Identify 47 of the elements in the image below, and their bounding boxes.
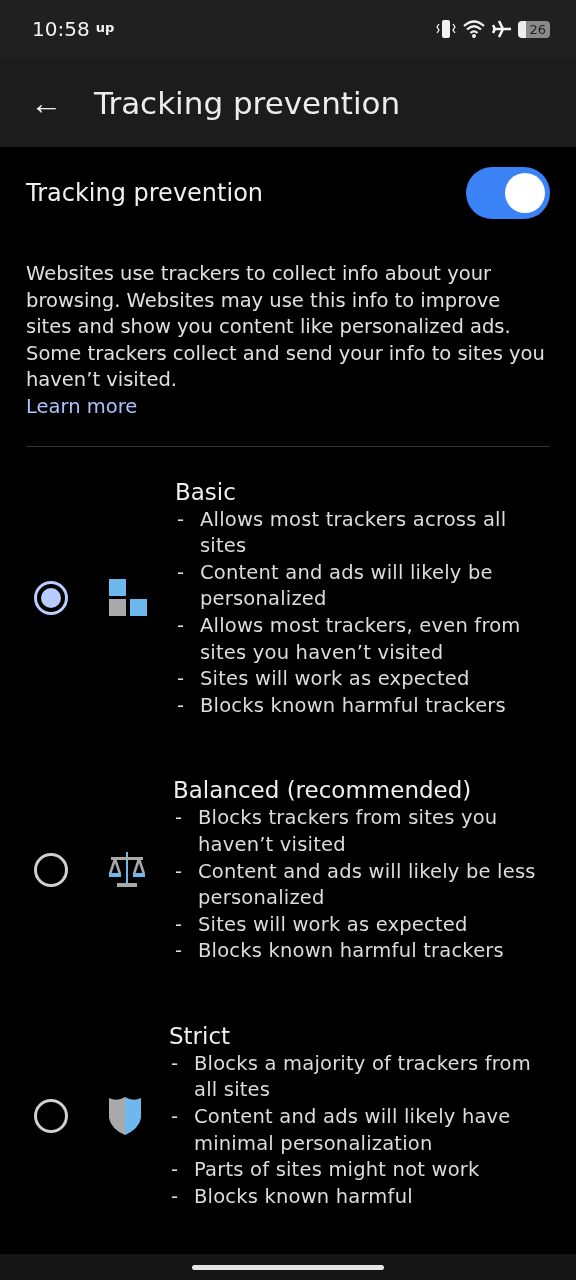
option-point: Blocks known harmful <box>194 1183 413 1210</box>
wifi-icon <box>462 19 486 39</box>
dash-mark: - <box>174 911 184 938</box>
toggle-switch[interactable] <box>466 167 550 219</box>
home-handle[interactable] <box>192 1264 384 1270</box>
dash-mark: - <box>176 666 186 693</box>
battery-indicator: 26 <box>518 20 550 38</box>
option-point: Parts of sites might not work <box>194 1157 480 1184</box>
vibrate-icon <box>436 19 456 39</box>
shield-icon <box>108 1095 142 1136</box>
dash-mark: - <box>170 1157 180 1184</box>
carrier-label: up <box>95 19 115 35</box>
page-title: Tracking prevention <box>94 84 401 121</box>
blocks-icon <box>108 577 148 618</box>
dash-mark: - <box>170 1050 180 1077</box>
dash-mark: - <box>174 938 184 965</box>
option-title: Balanced (recommended) <box>173 776 473 806</box>
option-title: Basic <box>175 477 237 507</box>
dash-mark: - <box>176 559 186 586</box>
option-point: Allows most trackers, even from sites you haven’t visited <box>200 612 522 666</box>
setting-label: Tracking prevention <box>26 179 264 207</box>
radio-button[interactable] <box>34 580 68 615</box>
option-point: Blocks known harmful trackers <box>198 938 504 965</box>
option-point: Allows most trackers across all sites <box>200 506 508 560</box>
option-title: Strict <box>169 1021 232 1051</box>
status-time: 10:58 <box>32 17 90 41</box>
description-text: Websites use trackers to collect info about your browsing. Websites may use this info to improve sites and show you content like personalized ads. Some trackers collect and send your info to sites you haven’t visited. <box>26 261 546 394</box>
dash-mark: - <box>170 1104 180 1131</box>
dash-mark: - <box>170 1183 180 1210</box>
learn-more-link[interactable]: Learn more <box>26 393 138 421</box>
dash-mark: - <box>174 858 184 885</box>
option-point: Content and ads will likely have minimal personalization <box>194 1104 512 1157</box>
option-point: Content and ads will likely be less personalized <box>198 858 537 912</box>
dash-mark: - <box>174 805 184 832</box>
dash-mark: - <box>176 612 186 639</box>
radio-button[interactable] <box>34 1098 68 1133</box>
back-button[interactable]: ← <box>30 86 62 119</box>
option-point: Sites will work as expected <box>198 911 468 938</box>
option-point: Blocks trackers from sites you haven’t visited <box>198 805 499 858</box>
option-point: Sites will work as expected <box>200 666 470 693</box>
option-point: Blocks known harmful trackers <box>200 692 506 719</box>
airplane-icon <box>492 19 512 39</box>
option-point: Blocks a majority of trackers from all sites <box>194 1050 532 1104</box>
dash-mark: - <box>176 692 186 719</box>
option-point: Content and ads will likely be personalized <box>200 559 494 613</box>
radio-button[interactable] <box>34 853 68 888</box>
dash-mark: - <box>176 506 186 533</box>
